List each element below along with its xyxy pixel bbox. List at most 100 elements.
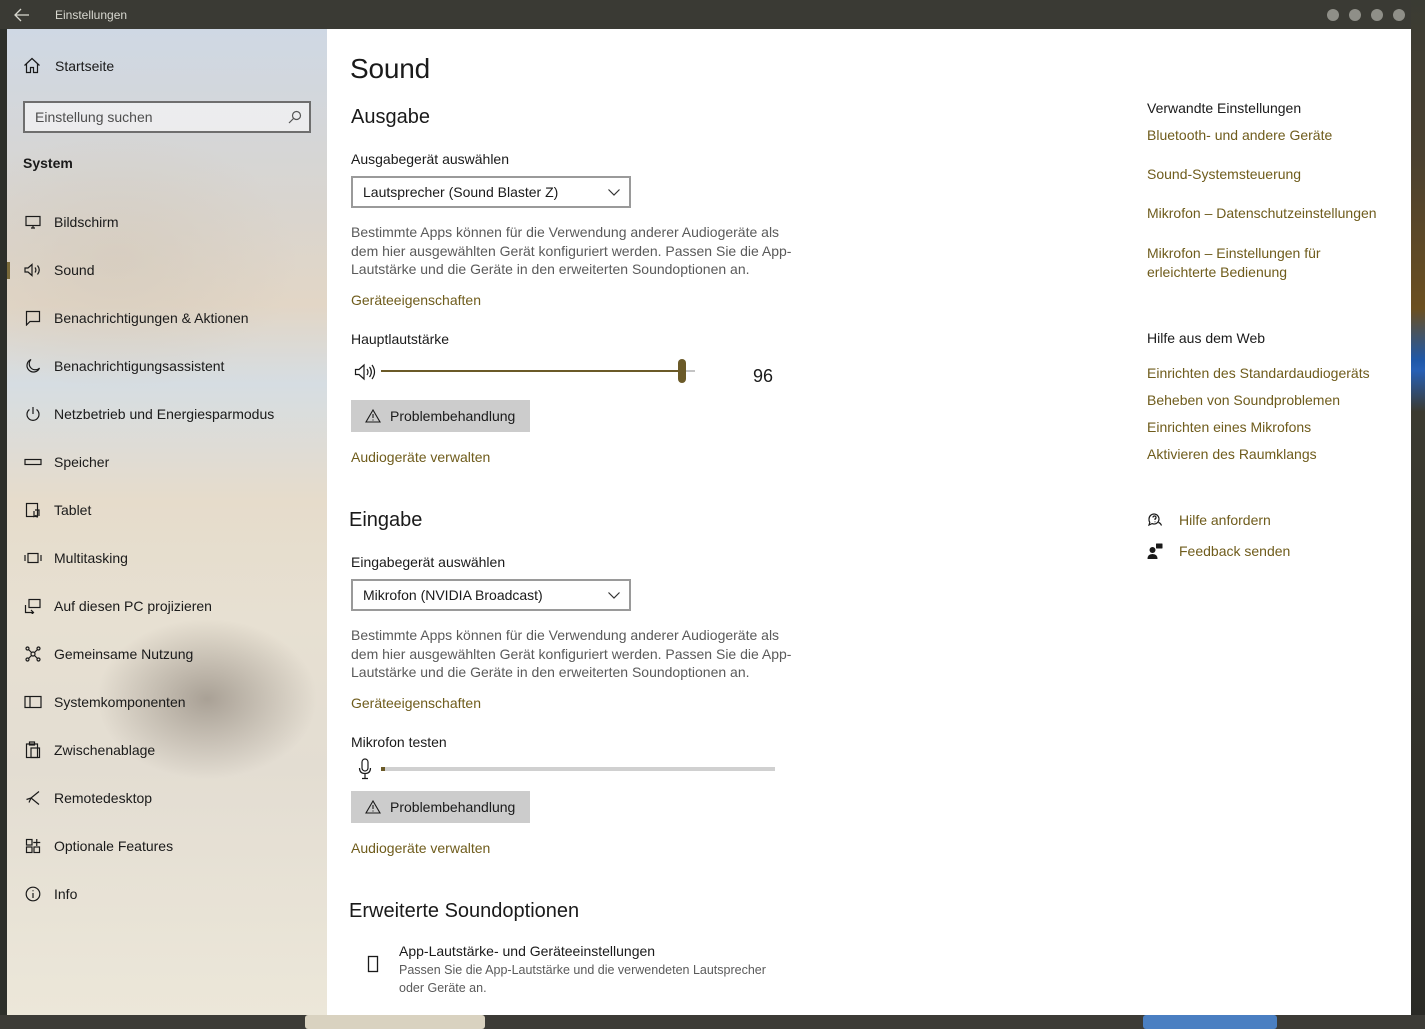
web-help-link-setup-mic[interactable]: Einrichten eines Mikrofons: [1147, 418, 1387, 437]
related-settings-heading: Verwandte Einstellungen: [1147, 100, 1302, 116]
web-help-heading: Hilfe aus dem Web: [1147, 330, 1266, 346]
components-icon: [23, 695, 43, 709]
clipboard-icon: [23, 741, 43, 759]
help-chat-icon: [1148, 513, 1163, 527]
web-help-link-default-device[interactable]: Einrichten des Standardaudiogeräts: [1147, 364, 1387, 383]
chevron-down-icon: [608, 592, 620, 599]
info-icon: [23, 886, 43, 902]
device-icon: [367, 955, 379, 973]
sidebar-item-tablet[interactable]: Tablet: [7, 486, 327, 534]
input-device-label: Eingabegerät auswählen: [351, 554, 506, 570]
output-device-label: Ausgabegerät auswählen: [351, 151, 510, 167]
sidebar-nav: Bildschirm Sound Benachrichtigungen & Ak…: [7, 198, 327, 918]
input-device-select[interactable]: Mikrofon (NVIDIA Broadcast): [351, 579, 631, 611]
home-label: Startseite: [55, 57, 115, 74]
sidebar-item-netzbetrieb[interactable]: Netzbetrieb und Energiesparmodus: [7, 390, 327, 438]
volume-slider-thumb[interactable]: [678, 359, 686, 383]
mic-level-fill: [381, 767, 385, 771]
send-feedback-link[interactable]: Feedback senden: [1147, 543, 1290, 559]
sidebar-item-benachrichtigungsassistent[interactable]: Benachrichtigungsassistent: [7, 342, 327, 390]
search-box[interactable]: [23, 101, 311, 133]
sidebar-item-remotedesktop[interactable]: Remotedesktop: [7, 774, 327, 822]
speaker-icon[interactable]: [354, 363, 376, 381]
volume-slider-fill: [381, 370, 682, 372]
related-link-mic-privacy[interactable]: Mikrofon – Datenschutzeinstellungen: [1147, 204, 1387, 223]
sidebar-item-label: Bildschirm: [54, 214, 119, 230]
back-button[interactable]: [0, 0, 44, 29]
output-description: Bestimmte Apps können für die Verwendung…: [351, 224, 792, 277]
sidebar-section-title: System: [23, 155, 73, 171]
input-device-value: Mikrofon (NVIDIA Broadcast): [363, 587, 543, 603]
sidebar-item-speicher[interactable]: Speicher: [7, 438, 327, 486]
sidebar-item-projizieren[interactable]: Auf diesen PC projizieren: [7, 582, 327, 630]
sidebar-item-multitasking[interactable]: Multitasking: [7, 534, 327, 582]
sidebar-item-zwischenablage[interactable]: Zwischenablage: [7, 726, 327, 774]
output-device-properties-link[interactable]: Geräteeigenschaften: [351, 292, 481, 308]
taskbar-strip: [0, 1015, 1425, 1029]
sidebar-item-info[interactable]: Info: [7, 870, 327, 918]
sidebar-item-bildschirm[interactable]: Bildschirm: [7, 198, 327, 246]
extra-button[interactable]: [1393, 8, 1405, 21]
sidebar-item-label: Speicher: [54, 454, 110, 470]
minimize-button[interactable]: [1327, 8, 1339, 21]
advanced-heading: Erweiterte Soundoptionen: [349, 900, 580, 922]
power-icon: [23, 406, 43, 422]
sidebar-item-label: Sound: [54, 262, 95, 278]
sidebar-item-systemkomponenten[interactable]: Systemkomponenten: [7, 678, 327, 726]
title-bar: Einstellungen: [0, 0, 1411, 29]
input-device-properties-link[interactable]: Geräteeigenschaften: [351, 695, 481, 711]
sidebar: Startseite System Bildschirm Sound Benac…: [7, 29, 327, 1015]
sidebar-item-label: Benachrichtigungsassistent: [54, 358, 225, 374]
web-help-link-spatial-sound[interactable]: Aktivieren des Raumklangs: [1147, 445, 1387, 464]
master-volume-slider[interactable]: [381, 359, 695, 383]
chevron-down-icon: [608, 189, 620, 196]
sidebar-item-label: Auf diesen PC projizieren: [54, 598, 212, 614]
master-volume-label: Hauptlautstärke: [351, 331, 450, 347]
sidebar-item-optionale-features[interactable]: Optionale Features: [7, 822, 327, 870]
input-manage-devices-link[interactable]: Audiogeräte verwalten: [351, 840, 490, 856]
tablet-icon: [23, 502, 43, 518]
input-troubleshoot-button[interactable]: Problembehandlung: [351, 791, 530, 823]
desktop-background: [1411, 0, 1425, 1029]
output-troubleshoot-button[interactable]: Problembehandlung: [351, 400, 530, 432]
sidebar-item-label: Optionale Features: [54, 838, 174, 854]
close-button[interactable]: [1371, 8, 1383, 21]
monitor-icon: [23, 215, 43, 229]
app-volume-settings-item[interactable]: App-Lautstärke- und Geräteeinstellungen …: [367, 943, 789, 997]
warning-icon: [365, 800, 381, 814]
sidebar-item-gemeinsame-nutzung[interactable]: Gemeinsame Nutzung: [7, 630, 327, 678]
notification-icon: [23, 310, 43, 326]
sidebar-item-label: Zwischenablage: [54, 742, 156, 758]
features-icon: [23, 838, 43, 854]
input-description: Bestimmte Apps können für die Verwendung…: [351, 627, 792, 680]
output-manage-devices-link[interactable]: Audiogeräte verwalten: [351, 449, 490, 465]
sidebar-item-label: Multitasking: [54, 550, 128, 566]
sidebar-item-label: Remotedesktop: [54, 790, 153, 806]
arrow-left-icon: [14, 8, 29, 21]
sidebar-item-label: Info: [54, 886, 78, 902]
main-content: Sound Ausgabe Ausgabegerät auswählen Lau…: [327, 29, 1411, 1015]
troubleshoot-label: Problembehandlung: [390, 408, 516, 424]
web-help-link-fix-sound[interactable]: Beheben von Soundproblemen: [1147, 391, 1387, 410]
search-icon[interactable]: [281, 110, 309, 124]
output-heading: Ausgabe: [351, 106, 430, 128]
troubleshoot-label: Problembehandlung: [390, 799, 516, 815]
related-link-bluetooth[interactable]: Bluetooth- und andere Geräte: [1147, 126, 1387, 145]
search-input[interactable]: [25, 103, 281, 131]
sidebar-item-home[interactable]: Startseite: [23, 57, 114, 74]
sidebar-item-sound[interactable]: Sound: [7, 246, 327, 294]
sidebar-item-benachrichtigungen[interactable]: Benachrichtigungen & Aktionen: [7, 294, 327, 342]
output-device-select[interactable]: Lautsprecher (Sound Blaster Z): [351, 176, 631, 208]
remote-icon: [23, 790, 43, 806]
sidebar-item-label: Netzbetrieb und Energiesparmodus: [54, 406, 275, 422]
related-link-mic-accessibility[interactable]: Mikrofon – Einstellungen für erleichtert…: [1147, 244, 1387, 281]
window-title: Einstellungen: [55, 7, 128, 22]
get-help-link[interactable]: Hilfe anfordern: [1147, 512, 1271, 528]
maximize-button[interactable]: [1349, 8, 1361, 21]
mic-test-label: Mikrofon testen: [351, 734, 447, 750]
related-link-sound-control-panel[interactable]: Sound-Systemsteuerung: [1147, 165, 1387, 184]
feedback-label: Feedback senden: [1179, 543, 1291, 559]
speaker-icon: [23, 263, 43, 277]
output-device-value: Lautsprecher (Sound Blaster Z): [363, 184, 559, 200]
share-icon: [23, 646, 43, 662]
